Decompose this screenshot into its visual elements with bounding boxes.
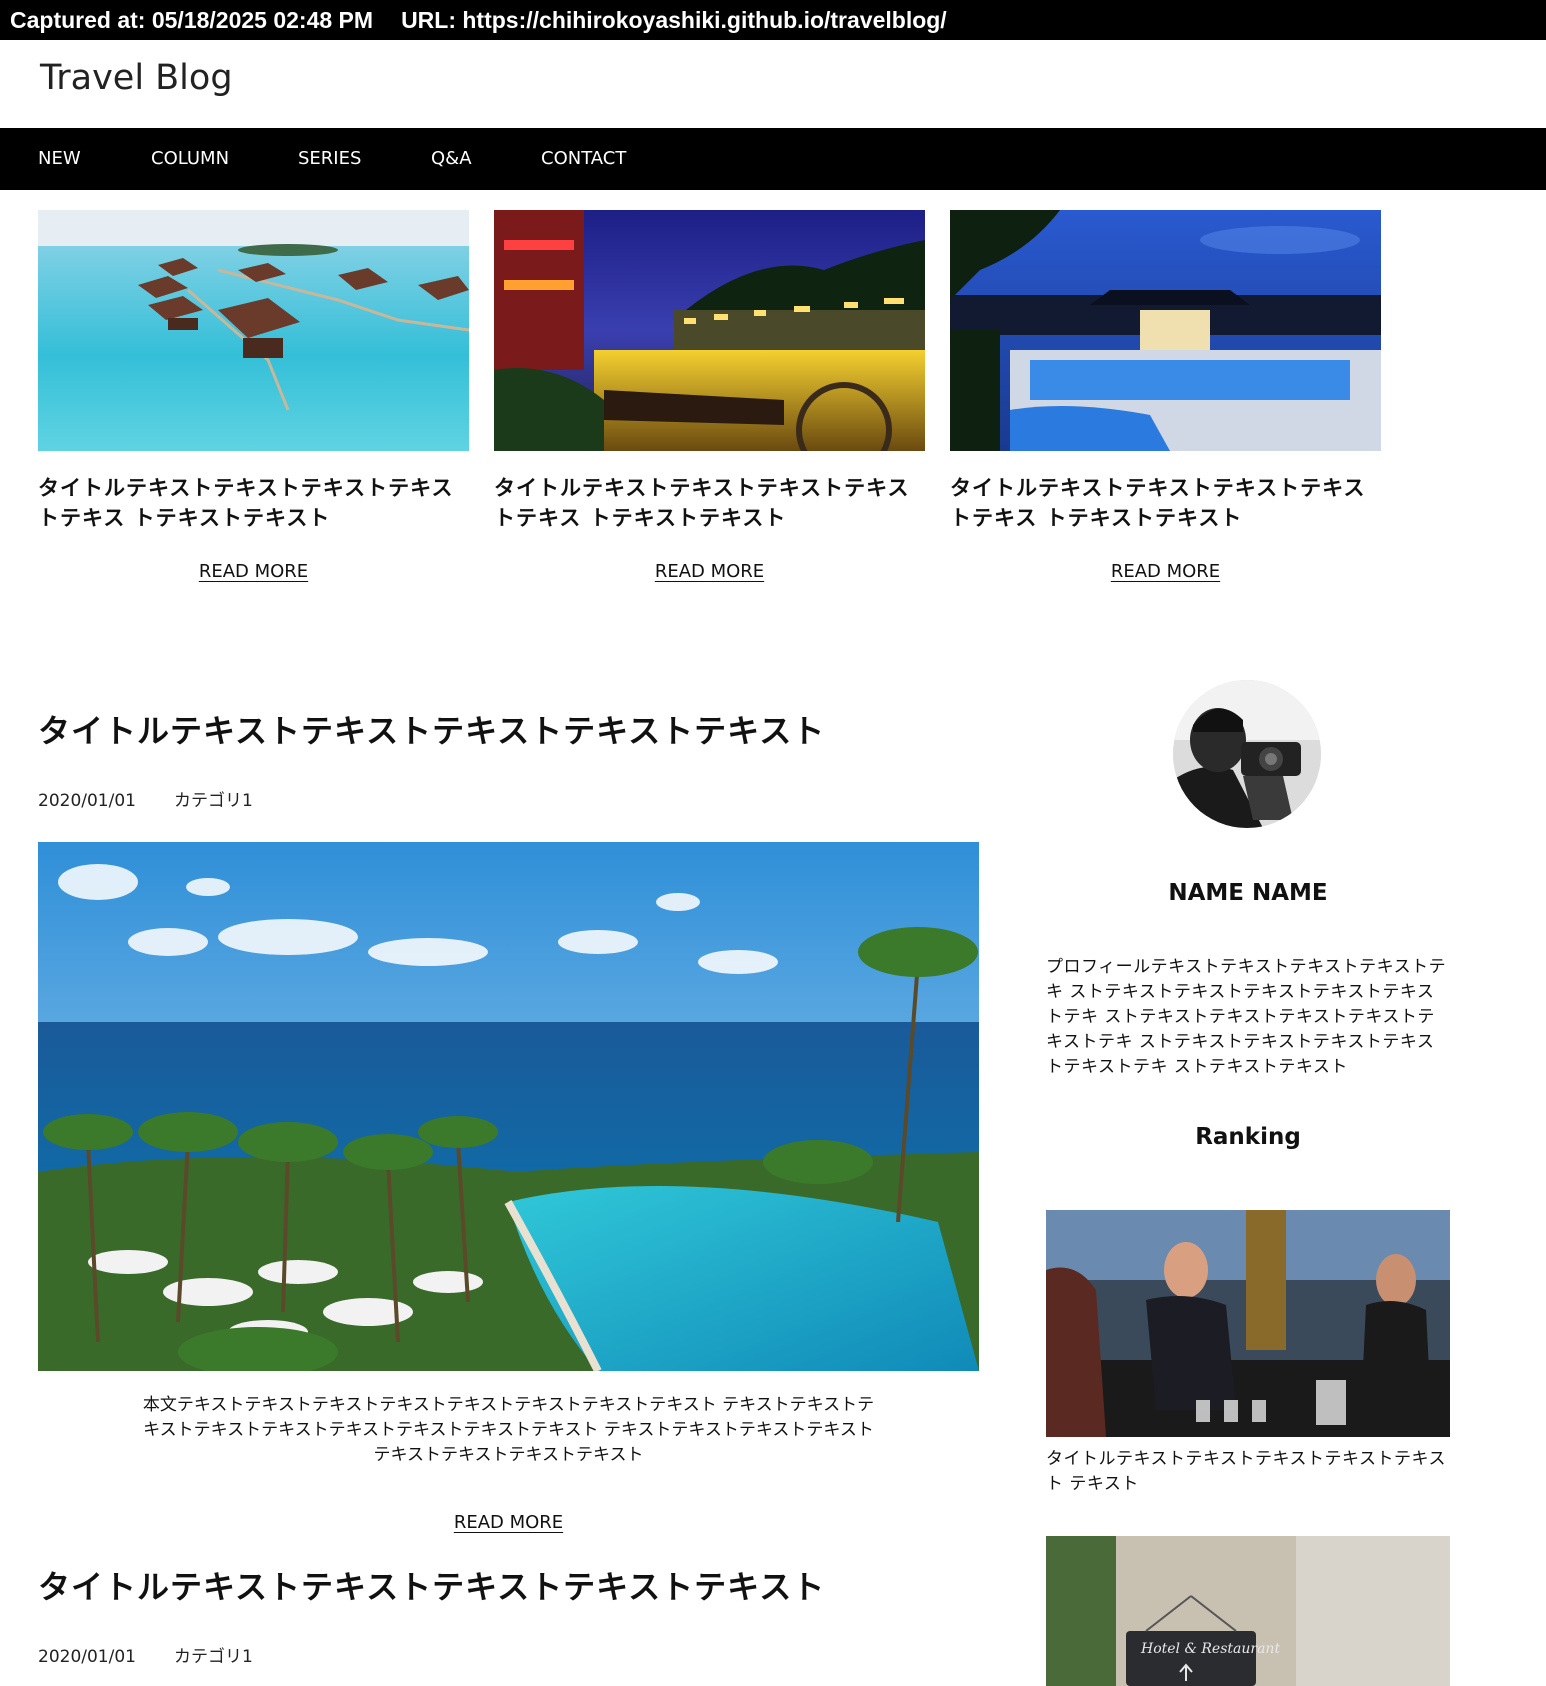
featured-image-resort-pool[interactable] xyxy=(950,210,1381,451)
url-label: URL: https://chihirokoyashiki.github.io/… xyxy=(401,7,947,33)
avatar xyxy=(1173,680,1321,828)
captured-at-label: Captured at: 05/18/2025 02:48 PM xyxy=(10,7,374,33)
featured-image-bungalows[interactable] xyxy=(38,210,469,451)
featured-card-title[interactable]: タイトルテキストテキストテキストテキストテキス トテキストテキスト xyxy=(950,473,1381,533)
post-category[interactable]: カテゴリ1 xyxy=(174,791,253,811)
nav-item-qa[interactable]: Q&A xyxy=(431,128,472,190)
profile-name: NAME NAME xyxy=(1168,880,1328,906)
ranking-heading: Ranking xyxy=(1195,1124,1301,1150)
nav-item-series[interactable]: SERIES xyxy=(298,128,361,190)
read-more-link[interactable]: READ MORE xyxy=(950,561,1381,582)
main-nav: NEW COLUMN SERIES Q&A CONTACT xyxy=(0,128,1546,190)
nav-item-contact[interactable]: CONTACT xyxy=(541,128,626,190)
capture-info-bar: Captured at: 05/18/2025 02:48 PM URL: htt… xyxy=(0,0,1546,40)
post-excerpt: 本文テキストテキストテキストテキストテキストテキストテキストテキスト テキストテ… xyxy=(142,1395,875,1465)
post-category[interactable]: カテゴリ1 xyxy=(174,1647,253,1667)
ranking-image-bar[interactable] xyxy=(1046,1210,1450,1437)
featured-image-river-town[interactable] xyxy=(494,210,925,451)
featured-card: タイトルテキストテキストテキストテキストテキス トテキストテキスト READ M… xyxy=(494,210,925,582)
post-hero-image[interactable] xyxy=(38,842,979,1371)
featured-card-title[interactable]: タイトルテキストテキストテキストテキストテキス トテキストテキスト xyxy=(38,473,469,533)
read-more-link[interactable]: READ MORE xyxy=(38,1512,979,1533)
read-more-link[interactable]: READ MORE xyxy=(38,561,469,582)
site-title[interactable]: Travel Blog xyxy=(40,58,233,98)
nav-item-new[interactable]: NEW xyxy=(38,128,81,190)
post-date: 2020/01/01 xyxy=(38,1647,136,1667)
profile-text: プロフィールテキストテキストテキストテキストテキ ストテキストテキストテキストテ… xyxy=(1046,957,1447,1077)
post-date: 2020/01/01 xyxy=(38,791,136,811)
post-meta: 2020/01/01 カテゴリ1 xyxy=(38,1642,253,1667)
post-title[interactable]: タイトルテキストテキストテキストテキストテキスト xyxy=(38,1562,825,1608)
featured-card-title[interactable]: タイトルテキストテキストテキストテキストテキス トテキストテキスト xyxy=(494,473,925,533)
featured-card: タイトルテキストテキストテキストテキストテキス トテキストテキスト READ M… xyxy=(38,210,469,582)
post-meta: 2020/01/01 カテゴリ1 xyxy=(38,786,253,811)
read-more-link[interactable]: READ MORE xyxy=(494,561,925,582)
svg-text:Hotel & Restaurant: Hotel & Restaurant xyxy=(1140,1641,1280,1657)
post-title[interactable]: タイトルテキストテキストテキストテキストテキスト xyxy=(38,706,825,752)
ranking-image-hotel[interactable]: Hotel & Restaurant xyxy=(1046,1536,1450,1686)
nav-item-column[interactable]: COLUMN xyxy=(151,128,229,190)
featured-card: タイトルテキストテキストテキストテキストテキス トテキストテキスト READ M… xyxy=(950,210,1381,582)
ranking-item-title[interactable]: タイトルテキストテキストテキストテキストテキス ト テキスト xyxy=(1046,1447,1450,1497)
